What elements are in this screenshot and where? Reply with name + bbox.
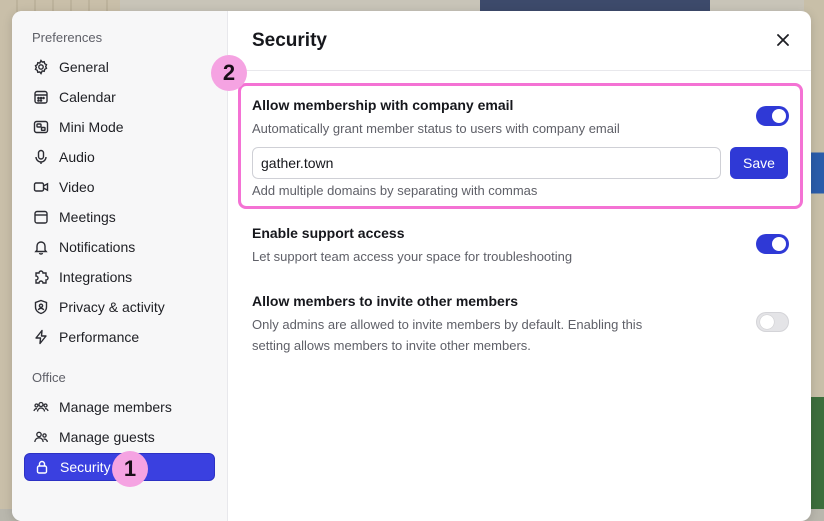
sidebar-item-manage-guests[interactable]: Manage guests <box>24 423 215 451</box>
domain-input[interactable] <box>252 147 721 179</box>
sidebar-item-label: Privacy & activity <box>59 299 165 315</box>
lock-icon <box>34 459 50 475</box>
company-email-title: Allow membership with company email <box>252 97 514 113</box>
sidebar-item-video[interactable]: Video <box>24 173 215 201</box>
settings-sidebar: Preferences General Calendar Mini Mode A… <box>12 11 228 521</box>
shield-user-icon <box>33 299 49 315</box>
section-label-office: Office <box>32 370 66 385</box>
sidebar-item-label: Audio <box>59 149 95 165</box>
sidebar-item-meetings[interactable]: Meetings <box>24 203 215 231</box>
mini-mode-icon <box>33 119 49 135</box>
page-title: Security <box>252 30 327 51</box>
sidebar-item-label: Video <box>59 179 95 195</box>
sidebar-item-label: Manage guests <box>59 429 155 445</box>
microphone-icon <box>33 149 49 165</box>
company-email-description: Automatically grant member status to use… <box>252 121 620 136</box>
sidebar-item-integrations[interactable]: Integrations <box>24 263 215 291</box>
sidebar-item-label: General <box>59 59 109 75</box>
meetings-icon <box>33 209 49 225</box>
sidebar-item-label: Notifications <box>59 239 136 255</box>
close-button[interactable] <box>773 32 793 52</box>
support-access-toggle[interactable] <box>756 234 789 254</box>
sidebar-item-performance[interactable]: Performance <box>24 323 215 351</box>
toggle-knob <box>772 109 786 123</box>
sidebar-item-label: Integrations <box>59 269 133 285</box>
gear-icon <box>33 59 49 75</box>
section-label-preferences: Preferences <box>32 30 103 45</box>
bell-icon <box>33 239 49 255</box>
members-icon <box>33 399 49 415</box>
sidebar-item-mini-mode[interactable]: Mini Mode <box>24 113 215 141</box>
save-button[interactable]: Save <box>730 147 788 179</box>
support-access-description: Let support team access your space for t… <box>252 249 573 264</box>
calendar-icon <box>33 89 49 105</box>
company-email-toggle[interactable] <box>756 106 789 126</box>
support-access-title: Enable support access <box>252 225 405 241</box>
annotation-badge-2: 2 <box>211 55 247 91</box>
header-divider <box>228 70 811 71</box>
sidebar-item-calendar[interactable]: Calendar <box>24 83 215 111</box>
sidebar-item-label: Meetings <box>59 209 116 225</box>
invite-members-toggle[interactable] <box>756 312 789 332</box>
invite-members-description-line2: setting allows members to invite other m… <box>252 338 531 353</box>
domain-hint: Add multiple domains by separating with … <box>252 183 538 198</box>
settings-modal: Preferences General Calendar Mini Mode A… <box>12 11 811 521</box>
sidebar-item-audio[interactable]: Audio <box>24 143 215 171</box>
sidebar-item-label: Manage members <box>59 399 172 415</box>
video-camera-icon <box>33 179 49 195</box>
sidebar-item-notifications[interactable]: Notifications <box>24 233 215 261</box>
toggle-knob <box>772 237 786 251</box>
sidebar-item-label: Mini Mode <box>59 119 124 135</box>
sidebar-item-label: Calendar <box>59 89 116 105</box>
sidebar-item-general[interactable]: General <box>24 53 215 81</box>
sidebar-item-label: Performance <box>59 329 140 345</box>
sidebar-item-manage-members[interactable]: Manage members <box>24 393 215 421</box>
sidebar-item-privacy-activity[interactable]: Privacy & activity <box>24 293 215 321</box>
security-panel: Security Allow membership with company e… <box>228 11 811 521</box>
annotation-badge-1: 1 <box>112 451 148 487</box>
sidebar-item-label: Security <box>60 459 111 475</box>
toggle-knob <box>760 315 774 329</box>
invite-members-description-line1: Only admins are allowed to invite member… <box>252 317 643 332</box>
close-icon <box>777 33 789 51</box>
guests-icon <box>33 429 49 445</box>
invite-members-title: Allow members to invite other members <box>252 293 519 309</box>
puzzle-icon <box>33 269 49 285</box>
lightning-icon <box>33 329 49 345</box>
